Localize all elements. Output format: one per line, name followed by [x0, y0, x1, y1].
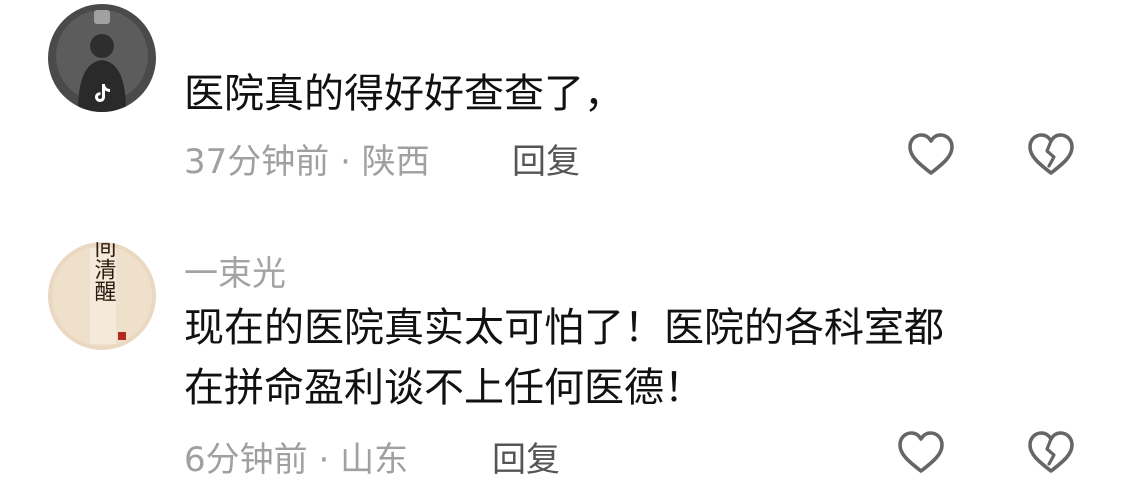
dislike-button[interactable]	[1026, 428, 1076, 478]
comment-meta: 37分钟前 · 陕西	[184, 134, 430, 183]
reply-button[interactable]: 回复	[492, 432, 560, 481]
comment-text-line: 在拼命盈利谈不上任何医德！	[184, 365, 704, 411]
username[interactable]: 一束光	[184, 246, 286, 295]
comment-location: 陕西	[361, 142, 430, 182]
reply-button[interactable]: 回复	[512, 134, 580, 183]
meta-separator: ·	[318, 440, 330, 480]
comment-text: 现在的医院真实太可怕了！医院的各科室都 在拼命盈利谈不上任何医德！	[184, 298, 944, 418]
comment-text-line: 现在的医院真实太可怕了！医院的各科室都	[184, 305, 944, 351]
like-button[interactable]	[896, 428, 946, 478]
broken-heart-outline-icon	[1028, 431, 1074, 473]
like-button[interactable]	[906, 130, 956, 180]
calligraphy-avatar: 人间清醒	[48, 242, 156, 350]
dislike-button[interactable]	[1026, 130, 1076, 180]
meta-separator: ·	[340, 142, 351, 182]
heart-outline-icon	[898, 431, 944, 473]
comment-item: 人间清醒 一束光 现在的医院真实太可怕了！医院的各科室都 在拼命盈利谈不上任何医…	[0, 200, 1125, 497]
heart-outline-icon	[908, 133, 954, 175]
comment-time: 6分钟前	[184, 440, 308, 480]
broken-heart-outline-icon	[1028, 133, 1074, 175]
comment-meta: 6分钟前 · 山东	[184, 432, 408, 481]
comment-text-line: 医院真的得好好查查了，	[184, 71, 624, 117]
avatar-calligraphy-text: 人间清醒	[91, 242, 117, 302]
avatar[interactable]: 人间清醒	[48, 242, 156, 350]
comment-text: 医院真的得好好查查了，	[184, 64, 624, 124]
avatar[interactable]	[48, 4, 156, 112]
comment-item: 医院真的得好好查查了， 37分钟前 · 陕西 回复	[0, 0, 1125, 200]
comment-time: 37分钟前	[184, 142, 330, 182]
comment-location: 山东	[340, 440, 409, 480]
